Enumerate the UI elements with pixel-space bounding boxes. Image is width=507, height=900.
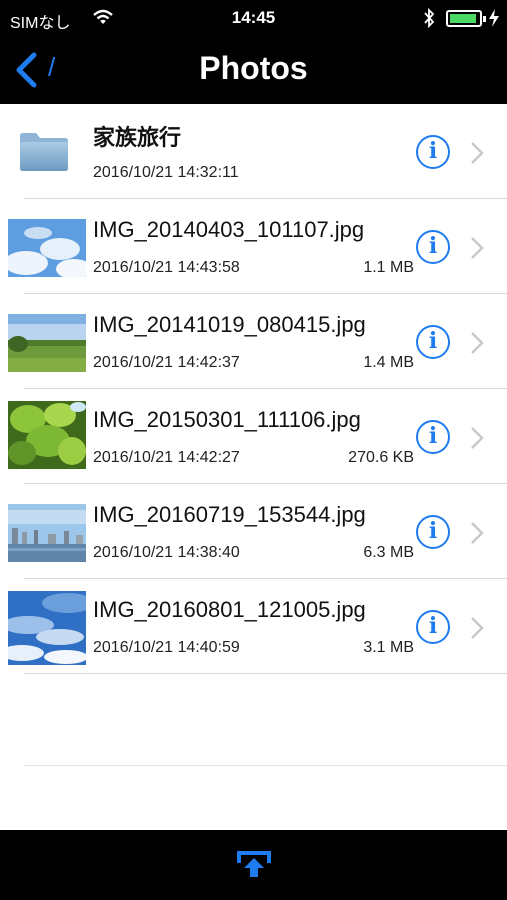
info-button[interactable]: i xyxy=(416,610,450,644)
battery-nub xyxy=(483,16,486,22)
battery-icon xyxy=(446,10,486,27)
item-date: 2016/10/21 14:40:59 xyxy=(93,639,240,656)
charging-bolt-icon xyxy=(488,8,500,33)
bottom-toolbar xyxy=(0,830,507,900)
item-size: 270.6 KB xyxy=(348,449,414,466)
image-thumbnail xyxy=(8,504,86,562)
chevron-right-icon xyxy=(471,237,484,259)
item-size: 3.1 MB xyxy=(363,639,414,656)
navigation-bar: / Photos xyxy=(0,36,507,104)
item-date: 2016/10/21 14:43:58 xyxy=(93,259,240,276)
row-divider xyxy=(24,673,507,674)
info-icon: i xyxy=(428,423,438,449)
item-size: 1.1 MB xyxy=(363,259,414,276)
bluetooth-icon xyxy=(422,7,436,34)
battery-level xyxy=(450,14,476,23)
item-size: 6.3 MB xyxy=(363,544,414,561)
chevron-right-icon xyxy=(471,332,484,354)
info-button[interactable]: i xyxy=(416,230,450,264)
image-thumbnail xyxy=(8,401,86,469)
image-thumbnail xyxy=(8,314,86,372)
chevron-right-icon xyxy=(471,427,484,449)
item-date: 2016/10/21 14:32:11 xyxy=(93,164,239,181)
list-item[interactable]: IMG_20160719_153544.jpg 2016/10/21 14:38… xyxy=(0,484,507,579)
info-button[interactable]: i xyxy=(416,325,450,359)
list-item[interactable]: IMG_20150301_111106.jpg 2016/10/21 14:42… xyxy=(0,389,507,484)
item-name: 家族旅行 xyxy=(93,125,182,150)
list-item[interactable]: 家族旅行 2016/10/21 14:32:11 i xyxy=(0,104,507,199)
item-name: IMG_20160801_121005.jpg xyxy=(93,597,366,622)
info-icon: i xyxy=(428,613,438,639)
item-date: 2016/10/21 14:42:27 xyxy=(93,449,240,466)
info-icon: i xyxy=(428,233,438,259)
info-icon: i xyxy=(428,518,438,544)
info-button[interactable]: i xyxy=(416,515,450,549)
chevron-right-icon xyxy=(471,617,484,639)
list-item[interactable]: IMG_20141019_080415.jpg 2016/10/21 14:42… xyxy=(0,294,507,389)
image-thumbnail xyxy=(8,219,86,277)
info-button[interactable]: i xyxy=(416,135,450,169)
item-name: IMG_20160719_153544.jpg xyxy=(93,502,366,527)
item-size: 1.4 MB xyxy=(363,354,414,371)
item-date: 2016/10/21 14:42:37 xyxy=(93,354,240,371)
list-item[interactable]: IMG_20160801_121005.jpg 2016/10/21 14:40… xyxy=(0,579,507,674)
item-name: IMG_20140403_101107.jpg xyxy=(93,217,365,242)
chevron-right-icon xyxy=(471,522,484,544)
list-divider xyxy=(24,765,507,766)
status-bar: SIMなし 14:45 xyxy=(0,0,507,36)
image-thumbnail xyxy=(8,591,86,665)
info-button[interactable]: i xyxy=(416,420,450,454)
page-title: Photos xyxy=(199,50,308,86)
chevron-right-icon xyxy=(471,142,484,164)
share-upload-icon xyxy=(237,851,271,877)
list-item[interactable]: IMG_20140403_101107.jpg 2016/10/21 14:43… xyxy=(0,199,507,294)
item-date: 2016/10/21 14:38:40 xyxy=(93,544,240,561)
share-button[interactable] xyxy=(236,850,272,883)
folder-icon xyxy=(18,130,70,172)
info-icon: i xyxy=(428,328,438,354)
item-name: IMG_20150301_111106.jpg xyxy=(93,407,361,432)
item-name: IMG_20141019_080415.jpg xyxy=(93,312,366,337)
info-icon: i xyxy=(428,138,438,164)
